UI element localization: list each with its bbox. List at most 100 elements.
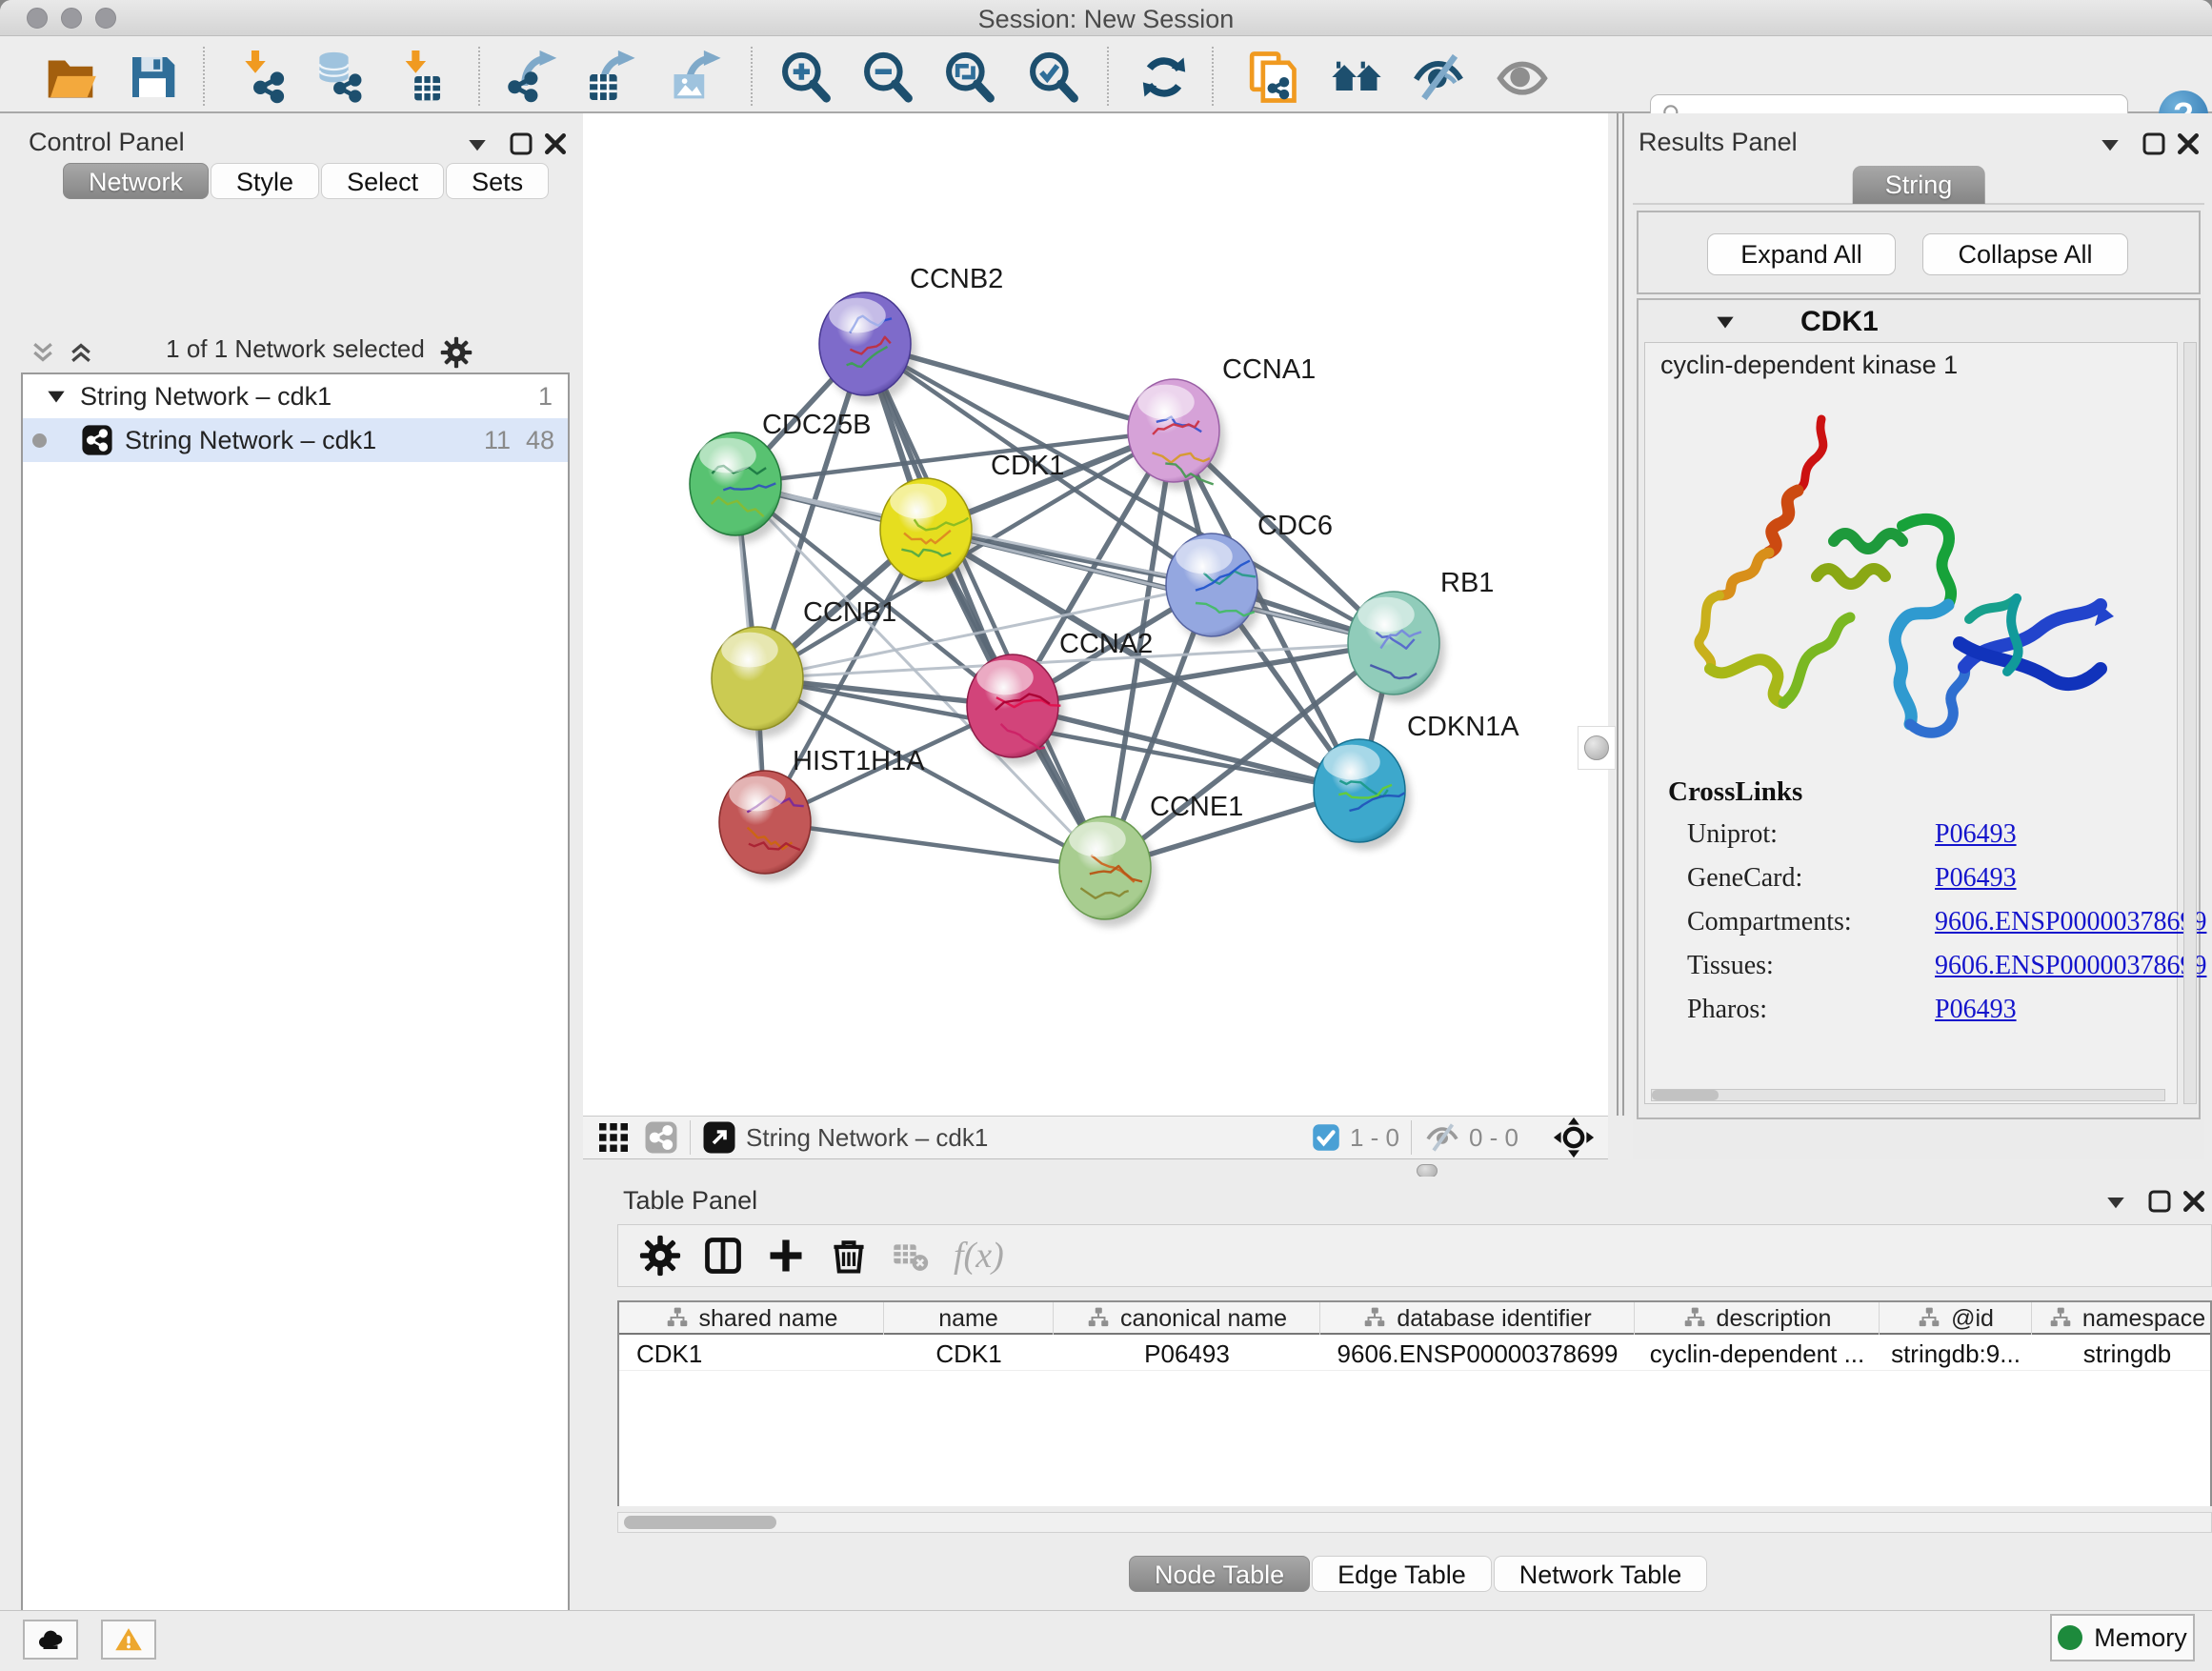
export-network-button[interactable] <box>507 50 560 104</box>
network-share-gray-icon[interactable] <box>644 1120 678 1155</box>
crosslink-link[interactable]: 9606.ENSP00000378699 <box>1935 907 2206 937</box>
protein-section-header[interactable]: CDK1 <box>1639 300 2199 342</box>
tab-network[interactable]: Network <box>63 163 209 199</box>
table-data-row[interactable]: CDK1CDK1P064939606.ENSP00000378699cyclin… <box>619 1337 2210 1371</box>
table-panel-close-icon[interactable] <box>2180 1187 2208 1216</box>
expand-all-button[interactable]: Expand All <box>1707 233 1896 275</box>
node-CDK1[interactable] <box>880 478 977 589</box>
delete-column-icon[interactable] <box>828 1235 870 1277</box>
table-options-gear-icon[interactable] <box>639 1235 681 1277</box>
cell-namespace[interactable]: stringdb <box>2032 1337 2212 1371</box>
table-panel-menu-icon[interactable] <box>2101 1188 2130 1217</box>
tab-style[interactable]: Style <box>211 163 319 199</box>
table-horizontal-scrollbar[interactable] <box>617 1512 2212 1533</box>
cell-name[interactable]: CDK1 <box>884 1337 1054 1371</box>
table-splitter-handle[interactable] <box>1417 1164 1438 1178</box>
show-columns-icon[interactable] <box>702 1235 744 1277</box>
birds-eye-view-icon[interactable] <box>1553 1117 1595 1158</box>
column-header-description[interactable]: description <box>1635 1302 1880 1335</box>
results-panel-menu-icon[interactable] <box>2096 131 2124 159</box>
table-panel-float-icon[interactable] <box>2145 1187 2174 1216</box>
cell-canonical-name[interactable]: P06493 <box>1054 1337 1320 1371</box>
crosslinks-title: CrossLinks <box>1668 776 1802 808</box>
import-database-button[interactable] <box>312 50 366 104</box>
tab-network-table[interactable]: Network Table <box>1494 1556 1708 1592</box>
node-CDKN1A[interactable] <box>1314 739 1411 850</box>
results-splitter[interactable] <box>1617 113 1624 1116</box>
hide-unhide-button[interactable] <box>1412 50 1465 104</box>
zoom-fit-button[interactable] <box>943 50 996 104</box>
cloud-button[interactable] <box>23 1620 78 1660</box>
tab-string[interactable]: String <box>1853 166 1985 204</box>
export-image-button[interactable] <box>669 50 722 104</box>
tab-node-table[interactable]: Node Table <box>1129 1556 1310 1592</box>
memory-button[interactable]: Memory <box>2050 1614 2195 1661</box>
scrollbar-thumb[interactable] <box>624 1516 776 1529</box>
crosslink-link[interactable]: P06493 <box>1935 819 2017 850</box>
open-in-window-icon[interactable] <box>702 1120 736 1155</box>
control-panel-menu-icon[interactable] <box>463 131 492 159</box>
cell-database-identifier[interactable]: 9606.ENSP00000378699 <box>1320 1337 1635 1371</box>
warning-button[interactable] <box>101 1620 156 1660</box>
crosslinks-scrollbar[interactable] <box>1651 1089 2165 1101</box>
control-panel-close-icon[interactable] <box>541 130 570 158</box>
home-views-button[interactable] <box>1330 50 1383 104</box>
crosslink-link[interactable]: 9606.ENSP00000378699 <box>1935 951 2206 981</box>
results-panel-float-icon[interactable] <box>2140 130 2168 158</box>
node-table[interactable]: shared namenamecanonical namedatabase id… <box>617 1300 2212 1506</box>
column-header-@id[interactable]: @id <box>1880 1302 2032 1335</box>
zoom-out-button[interactable] <box>861 50 915 104</box>
zoom-selected-button[interactable] <box>1027 50 1080 104</box>
cell-shared-name[interactable]: CDK1 <box>619 1337 884 1371</box>
network-options-gear-icon[interactable] <box>440 336 473 369</box>
node-RB1[interactable] <box>1348 592 1445 702</box>
results-splitter-handle[interactable] <box>1578 726 1616 770</box>
tab-edge-table[interactable]: Edge Table <box>1312 1556 1492 1592</box>
collapse-all-button[interactable]: Collapse All <box>1922 233 2128 275</box>
results-panel-close-icon[interactable] <box>2174 130 2202 158</box>
node-CCNB2[interactable] <box>819 292 916 403</box>
create-column-icon[interactable] <box>765 1235 807 1277</box>
open-session-button[interactable] <box>44 50 97 104</box>
network-list-toolbar: 1 of 1 Network selected <box>21 334 570 371</box>
show-view-button[interactable] <box>1496 50 1549 104</box>
duplicate-network-button[interactable] <box>1244 50 1297 104</box>
scrollbar-thumb[interactable] <box>1652 1090 1719 1100</box>
import-table-button[interactable] <box>392 50 446 104</box>
node-CDC6[interactable] <box>1166 534 1263 644</box>
import-network-button[interactable] <box>234 50 288 104</box>
collection-expand-icon[interactable] <box>44 384 69 409</box>
control-panel-float-icon[interactable] <box>507 130 535 158</box>
column-header-canonical-name[interactable]: canonical name <box>1054 1302 1320 1335</box>
column-header-name[interactable]: name <box>884 1302 1054 1335</box>
network-collection-row[interactable]: String Network – cdk1 1 <box>23 374 568 418</box>
column-header-shared-name[interactable]: shared name <box>619 1302 884 1335</box>
table-header-row: shared namenamecanonical namedatabase id… <box>619 1302 2210 1335</box>
node-CCNE1[interactable] <box>1059 816 1156 927</box>
crosslink-link[interactable]: P06493 <box>1935 995 2017 1025</box>
column-header-database-identifier[interactable]: database identifier <box>1320 1302 1635 1335</box>
network-row[interactable]: String Network – cdk1 11 48 <box>23 418 568 462</box>
tab-select[interactable]: Select <box>321 163 444 199</box>
refresh-button[interactable] <box>1137 50 1191 104</box>
hidden-eye-slash-icon[interactable] <box>1423 1120 1461 1155</box>
cloud-icon <box>36 1625 65 1654</box>
selected-checkbox-icon[interactable] <box>1312 1123 1340 1152</box>
protein-vertical-scrollbar[interactable] <box>2183 342 2197 1104</box>
section-collapse-icon[interactable] <box>1713 310 1738 334</box>
network-canvas[interactable]: CCNB2CCNA1CDC25BCDK1CDC6RB1CCNB1CCNA2CDK… <box>583 113 1608 1116</box>
export-table-button[interactable] <box>583 50 636 104</box>
grid-view-icon[interactable] <box>596 1120 631 1155</box>
column-header-namespace[interactable]: namespace <box>2032 1302 2212 1335</box>
crosslink-link[interactable]: P06493 <box>1935 863 2017 894</box>
zoom-in-button[interactable] <box>779 50 833 104</box>
cell-description[interactable]: cyclin-dependent ... <box>1635 1337 1880 1371</box>
node-CCNA2[interactable] <box>967 654 1064 765</box>
tab-sets[interactable]: Sets <box>446 163 549 199</box>
node-CDC25B[interactable] <box>690 433 787 543</box>
save-session-button[interactable] <box>126 50 179 104</box>
node-CCNA1[interactable] <box>1128 379 1225 490</box>
cell-@id[interactable]: stringdb:9... <box>1880 1337 2032 1371</box>
node-HIST1H1A[interactable] <box>719 771 816 881</box>
network-graph[interactable]: CCNB2CCNA1CDC25BCDK1CDC6RB1CCNB1CCNA2CDK… <box>583 113 1608 1116</box>
